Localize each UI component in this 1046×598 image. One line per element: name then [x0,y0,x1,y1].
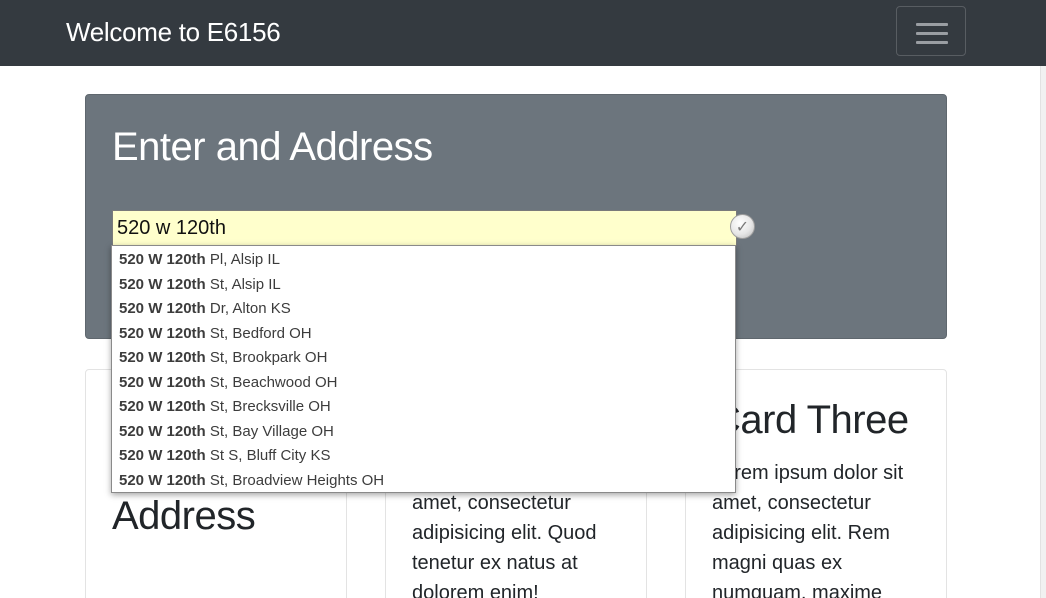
autocomplete-item[interactable]: 520 W 120th St, Broadview Heights OH [112,469,735,494]
autocomplete-item[interactable]: 520 W 120th St, Bedford OH [112,322,735,347]
navbar-brand[interactable]: Welcome to E6156 [66,16,281,48]
autocomplete-item[interactable]: 520 W 120th St, Alsip IL [112,273,735,298]
address-input[interactable] [112,210,737,246]
card-text: amet, consectetur adipisicing elit. Quod… [412,492,597,598]
card-title: Card Three [712,398,909,442]
card-text: Lorem ipsum dolor sit amet, consectetur … [712,462,904,598]
checkmark-icon[interactable]: ✓ [730,214,755,239]
card-title: Address [112,494,256,538]
jumbotron-title: Enter and Address [112,125,433,169]
autocomplete-item[interactable]: 520 W 120th St, Beachwood OH [112,371,735,396]
autocomplete-item[interactable]: 520 W 120th St, Brecksville OH [112,395,735,420]
navbar: Welcome to E6156 [0,0,1046,66]
autocomplete-item[interactable]: 520 W 120th St, Bay Village OH [112,420,735,445]
autocomplete-item[interactable]: 520 W 120th Pl, Alsip IL [112,248,735,273]
vertical-scrollbar[interactable] [1040,66,1046,598]
autocomplete-item[interactable]: 520 W 120th St, Brookpark OH [112,346,735,371]
autocomplete-item[interactable]: 520 W 120th Dr, Alton KS [112,297,735,322]
navbar-toggler-button[interactable] [896,6,966,56]
autocomplete-item[interactable]: 520 W 120th St S, Bluff City KS [112,444,735,469]
autocomplete-dropdown: 520 W 120th Pl, Alsip IL 520 W 120th St,… [111,245,736,493]
page: Welcome to E6156 Enter and Address ✓ Add… [0,0,1046,598]
